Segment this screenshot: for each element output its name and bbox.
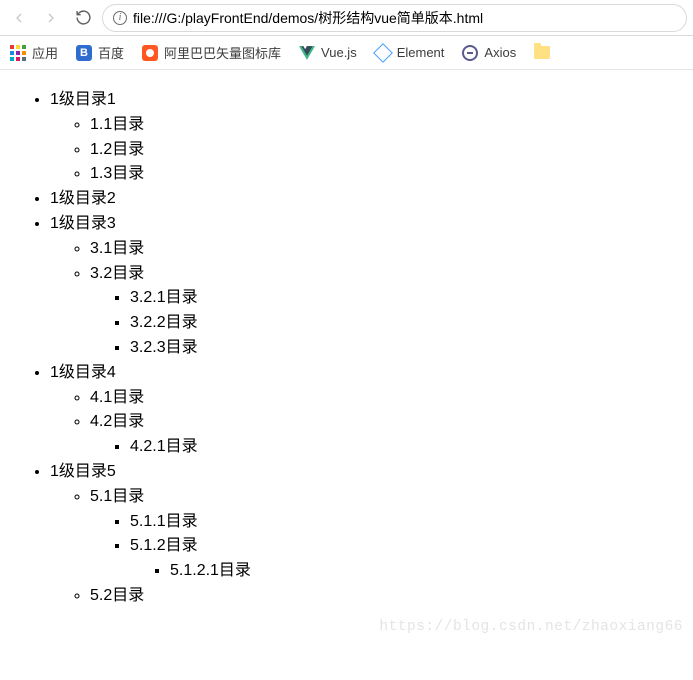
page-content: 1级目录1 1.1目录 1.2目录 1.3目录 1级目录2 1级目录3 3.1目录 3.2目录… [0,70,693,639]
tree-item-label: 1级目录2 [50,190,116,207]
baidu-icon: B [76,45,92,61]
tree-children: 3.1目录 3.2目录 3.2.1目录 3.2.2目录 3.2.3目录 [50,237,683,361]
tree-item-label: 3.1目录 [90,240,144,257]
tree-item: 3.2.3目录 [130,336,683,361]
tree-children: 1.1目录 1.2目录 1.3目录 [50,113,683,187]
bookmark-baidu[interactable]: B 百度 [76,43,124,62]
apps-icon [10,45,26,61]
folder-icon [534,45,550,61]
bookmark-label: 阿里巴巴矢量图标库 [164,43,281,62]
back-button[interactable] [6,5,32,31]
tree-root: 1级目录1 1.1目录 1.2目录 1.3目录 1级目录2 1级目录3 3.1目录 3.2目录… [10,88,683,609]
url-text: file:///G:/playFrontEnd/demos/树形结构vue简单版… [133,8,483,28]
tree-children: 5.1目录 5.1.1目录 5.1.2目录 5.1.2.1目录 5.2目录 [50,485,683,609]
tree-item: 1级目录1 1.1目录 1.2目录 1.3目录 [50,88,683,187]
tree-item: 1级目录3 3.1目录 3.2目录 3.2.1目录 3.2.2目录 3.2.3目录 [50,212,683,361]
tree-item: 5.2目录 [90,584,683,609]
tree-item-label: 4.1目录 [90,389,144,406]
tree-item: 1.3目录 [90,162,683,187]
bookmark-folder[interactable] [534,45,550,61]
tree-item-label: 5.1.2目录 [130,537,198,554]
tree-children: 5.1.1目录 5.1.2目录 5.1.2.1目录 [90,510,683,584]
tree-item-label: 1级目录1 [50,91,116,108]
tree-children: 4.1目录 4.2目录 4.2.1目录 [50,386,683,460]
tree-item: 3.2.1目录 [130,286,683,311]
tree-item: 5.1.2目录 5.1.2.1目录 [130,534,683,584]
tree-item-label: 1级目录3 [50,215,116,232]
tree-item-label: 3.2.3目录 [130,339,198,356]
tree-item: 4.1目录 [90,386,683,411]
iconfont-icon [142,45,158,61]
tree-item-label: 5.1.1目录 [130,513,198,530]
vue-icon [299,45,315,61]
tree-item: 3.2.2目录 [130,311,683,336]
tree-item-label: 1级目录5 [50,463,116,480]
tree-item: 4.2目录 4.2.1目录 [90,410,683,460]
bookmark-axios[interactable]: Axios [462,45,516,61]
tree-item: 5.1.1目录 [130,510,683,535]
bookmarks-bar: 应用 B 百度 阿里巴巴矢量图标库 Vue.js Element Axios [0,36,693,70]
bookmark-element[interactable]: Element [375,45,445,61]
bookmark-label: 应用 [32,43,58,62]
tree-item-label: 1.2目录 [90,141,144,158]
bookmark-iconfont[interactable]: 阿里巴巴矢量图标库 [142,43,281,62]
tree-item-label: 1级目录4 [50,364,116,381]
tree-item-label: 4.2目录 [90,413,144,430]
bookmark-label: Axios [484,45,516,60]
tree-item-label: 5.1.2.1目录 [170,562,251,579]
tree-item-label: 5.2目录 [90,587,144,604]
watermark: https://blog.csdn.net/zhaoxiang66 [379,619,683,635]
bookmark-label: Vue.js [321,45,357,60]
forward-button[interactable] [38,5,64,31]
tree-item-label: 3.2目录 [90,265,144,282]
tree-item: 1级目录4 4.1目录 4.2目录 4.2.1目录 [50,361,683,460]
tree-item: 1.2目录 [90,138,683,163]
reload-button[interactable] [70,5,96,31]
axios-icon [462,45,478,61]
tree-children: 4.2.1目录 [90,435,683,460]
tree-item-label: 3.2.2目录 [130,314,198,331]
tree-children: 3.2.1目录 3.2.2目录 3.2.3目录 [90,286,683,360]
tree-item-label: 1.1目录 [90,116,144,133]
tree-item: 1级目录5 5.1目录 5.1.1目录 5.1.2目录 5.1.2.1目录 5.2目录 [50,460,683,609]
tree-item: 1级目录2 [50,187,683,212]
bookmark-apps[interactable]: 应用 [10,43,58,62]
tree-item: 3.1目录 [90,237,683,262]
tree-item-label: 3.2.1目录 [130,289,198,306]
bookmark-label: Element [397,45,445,60]
site-info-icon[interactable]: i [113,11,127,25]
tree-item: 3.2目录 3.2.1目录 3.2.2目录 3.2.3目录 [90,262,683,361]
element-icon [375,45,391,61]
browser-toolbar: i file:///G:/playFrontEnd/demos/树形结构vue简… [0,0,693,36]
tree-item: 4.2.1目录 [130,435,683,460]
bookmark-vue[interactable]: Vue.js [299,45,357,61]
tree-item: 1.1目录 [90,113,683,138]
tree-item-label: 1.3目录 [90,165,144,182]
address-bar[interactable]: i file:///G:/playFrontEnd/demos/树形结构vue简… [102,4,687,32]
bookmark-label: 百度 [98,43,124,62]
tree-item-label: 4.2.1目录 [130,438,198,455]
tree-item-label: 5.1目录 [90,488,144,505]
tree-item: 5.1.2.1目录 [170,559,683,584]
tree-item: 5.1目录 5.1.1目录 5.1.2目录 5.1.2.1目录 [90,485,683,584]
tree-children: 5.1.2.1目录 [130,559,683,584]
